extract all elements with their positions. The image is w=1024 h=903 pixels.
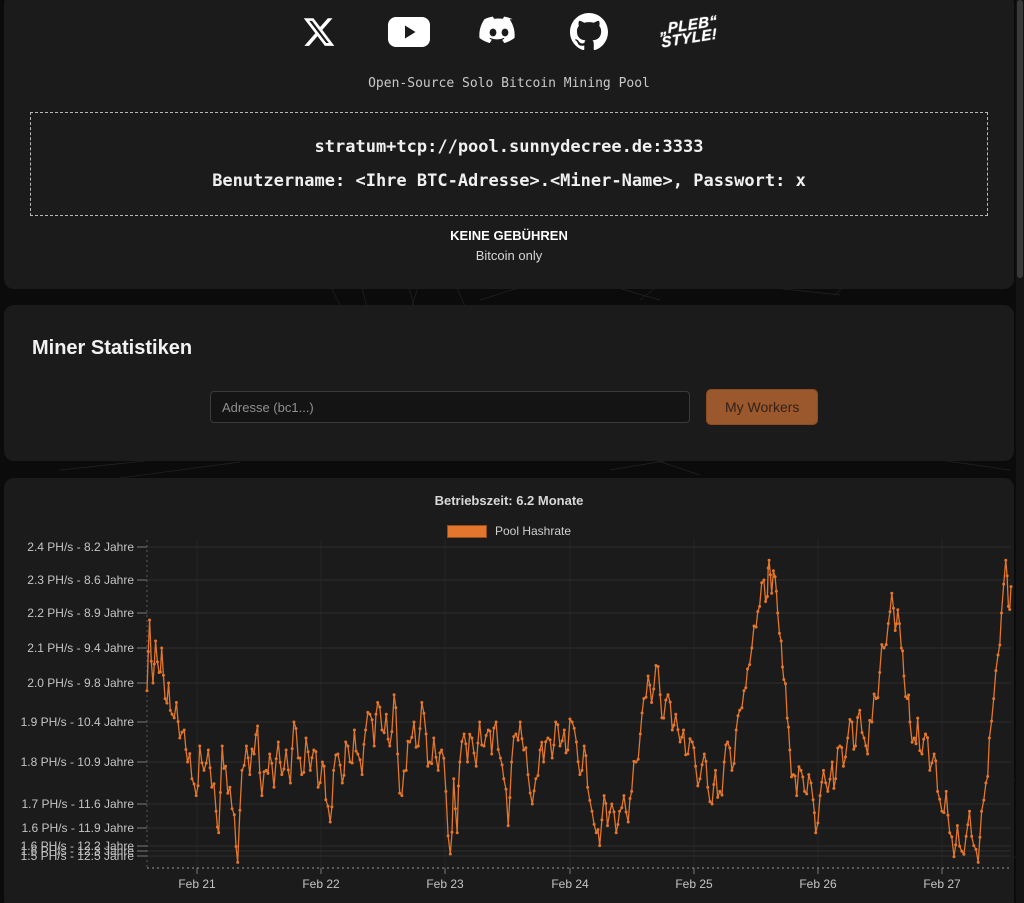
scrollbar-thumb[interactable] — [1017, 0, 1023, 278]
youtube-icon[interactable] — [387, 10, 431, 54]
svg-text:2.0 PH/s - 9.8 Jahre: 2.0 PH/s - 9.8 Jahre — [27, 676, 134, 690]
bitcoin-only-label: Bitcoin only — [4, 248, 1014, 263]
svg-text:1.5 PH/s - 12.5 Jahre: 1.5 PH/s - 12.5 Jahre — [21, 849, 135, 863]
miner-stats-card: Miner Statistiken My Workers — [4, 305, 1014, 461]
miner-stats-title: Miner Statistiken — [32, 337, 192, 360]
my-workers-button[interactable]: My Workers — [706, 389, 818, 425]
chart-title: Betriebszeit: 6.2 Monate — [4, 493, 1014, 508]
plebstyle-logo-text: „PLEB“ STYLE! — [660, 14, 719, 49]
svg-text:Feb 26: Feb 26 — [799, 877, 837, 891]
legend-swatch — [447, 525, 487, 538]
svg-text:Feb 23: Feb 23 — [426, 877, 464, 891]
svg-text:2.3 PH/s - 8.6 Jahre: 2.3 PH/s - 8.6 Jahre — [27, 573, 134, 587]
github-icon[interactable] — [567, 10, 611, 54]
social-icon-row: „PLEB“ STYLE! — [4, 10, 1014, 54]
svg-text:1.6 PH/s - 11.9 Jahre: 1.6 PH/s - 11.9 Jahre — [22, 821, 135, 835]
address-lookup-row: My Workers — [210, 389, 818, 425]
svg-text:1.9 PH/s - 10.4 Jahre: 1.9 PH/s - 10.4 Jahre — [21, 715, 135, 729]
discord-icon[interactable] — [477, 10, 521, 54]
header-card: „PLEB“ STYLE! Open-Source Solo Bitcoin M… — [4, 0, 1014, 289]
x-logo-glyph — [302, 15, 336, 49]
svg-text:Feb 27: Feb 27 — [923, 877, 961, 891]
svg-text:2.1 PH/s - 9.4 Jahre: 2.1 PH/s - 9.4 Jahre — [27, 641, 134, 655]
plebstyle-logo[interactable]: „PLEB“ STYLE! — [657, 10, 721, 54]
svg-text:1.7 PH/s - 11.6 Jahre: 1.7 PH/s - 11.6 Jahre — [22, 797, 135, 811]
github-octocat-glyph — [570, 13, 608, 51]
svg-text:2.2 PH/s - 8.9 Jahre: 2.2 PH/s - 8.9 Jahre — [27, 606, 134, 620]
svg-text:Feb 24: Feb 24 — [551, 877, 589, 891]
no-fees-label: KEINE GEBÜHREN — [4, 228, 1014, 243]
pool-subtitle: Open-Source Solo Bitcoin Mining Pool — [4, 76, 1014, 91]
x-social-icon[interactable] — [297, 10, 341, 54]
chart-legend[interactable]: Pool Hashrate — [4, 524, 1014, 538]
youtube-glyph — [388, 17, 430, 47]
hashrate-chart-card: Betriebszeit: 6.2 Monate Pool Hashrate F… — [4, 478, 1014, 903]
stratum-url: stratum+tcp://pool.sunnydecree.de:3333 — [315, 137, 704, 157]
credentials-hint: Benutzername: <Ihre BTC-Adresse>.<Miner-… — [212, 171, 806, 191]
legend-label: Pool Hashrate — [495, 524, 571, 538]
address-input[interactable] — [210, 391, 690, 423]
connection-info-box: stratum+tcp://pool.sunnydecree.de:3333 B… — [30, 112, 988, 216]
page-scrollbar[interactable] — [1016, 0, 1024, 903]
svg-text:2.4 PH/s - 8.2 Jahre: 2.4 PH/s - 8.2 Jahre — [27, 540, 134, 554]
svg-text:1.8 PH/s - 10.9 Jahre: 1.8 PH/s - 10.9 Jahre — [21, 755, 135, 769]
svg-text:Feb 21: Feb 21 — [178, 877, 216, 891]
svg-text:Feb 25: Feb 25 — [675, 877, 713, 891]
discord-glyph — [479, 16, 519, 48]
svg-text:Feb 22: Feb 22 — [302, 877, 340, 891]
pool-hashrate-chart: Feb 21 Feb 22 Feb 23 Feb 24 Feb 25 Feb 26 Feb … — [4, 540, 1014, 903]
